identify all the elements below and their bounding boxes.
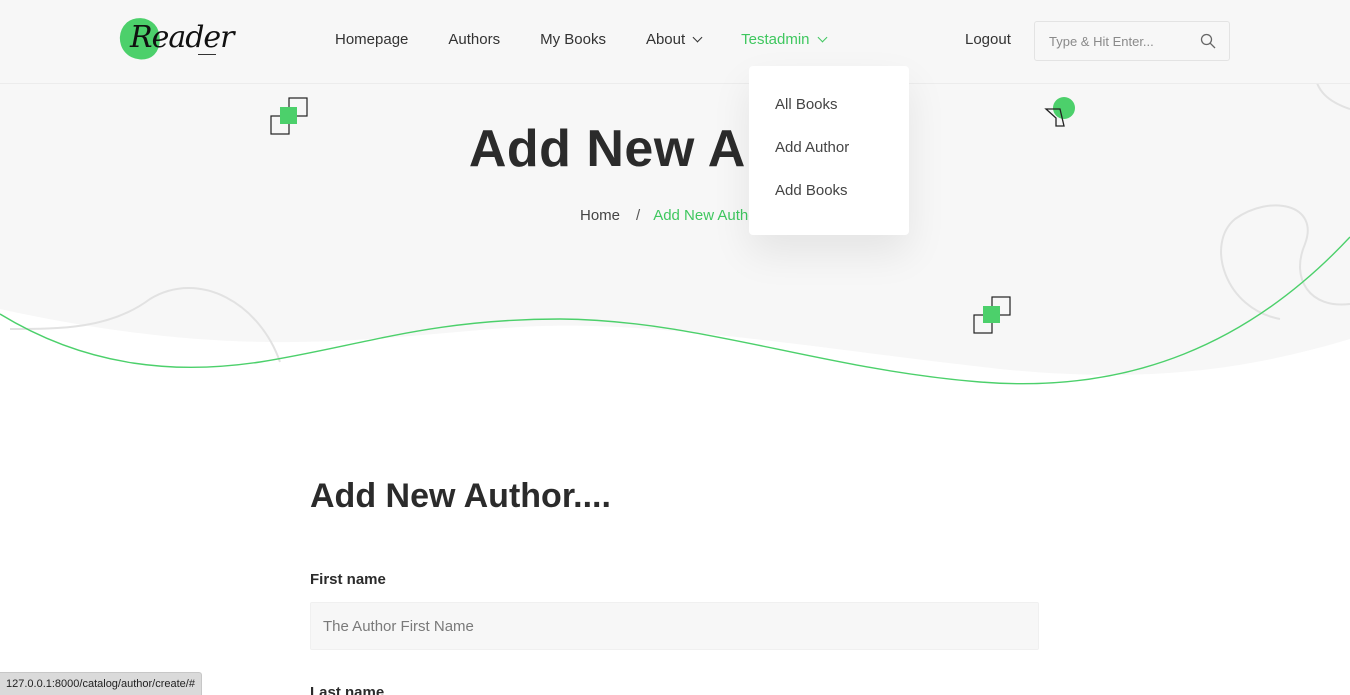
nav-authors[interactable]: Authors bbox=[448, 31, 500, 48]
main-nav: Homepage Authors My Books About Testadmi… bbox=[335, 31, 866, 48]
shape-decoration-icon bbox=[1044, 97, 1075, 127]
breadcrumb-home[interactable]: Home bbox=[580, 207, 620, 224]
nav-homepage[interactable]: Homepage bbox=[335, 31, 408, 48]
nav-testadmin[interactable]: Testadmin bbox=[741, 31, 827, 48]
menu-item-all-books[interactable]: All Books bbox=[749, 96, 909, 139]
site-header: Reader Homepage Authors My Books About T… bbox=[0, 0, 1350, 84]
search-icon[interactable] bbox=[1200, 33, 1216, 49]
first-name-label: First name bbox=[310, 571, 386, 588]
logo-text: Reader bbox=[130, 20, 235, 55]
chevron-down-icon bbox=[817, 32, 827, 42]
menu-item-add-books[interactable]: Add Books bbox=[749, 182, 909, 225]
nav-authors-label: Authors bbox=[448, 31, 501, 48]
site-logo[interactable]: Reader bbox=[114, 12, 235, 66]
squares-decoration-icon bbox=[270, 97, 308, 135]
logout-link[interactable]: Logout bbox=[965, 31, 1011, 48]
nav-about-label: About bbox=[645, 31, 686, 48]
menu-item-add-author[interactable]: Add Author bbox=[749, 139, 909, 182]
nav-my-books[interactable]: My Books bbox=[540, 31, 606, 48]
breadcrumb-current: Add New Author bbox=[653, 207, 762, 224]
nav-about[interactable]: About bbox=[645, 31, 703, 48]
last-name-label: Last name bbox=[310, 684, 385, 695]
search-box bbox=[1034, 21, 1230, 61]
nav-homepage-label: Homepage bbox=[335, 31, 409, 48]
chevron-down-icon bbox=[692, 32, 703, 42]
nav-my-books-label: My Books bbox=[540, 31, 606, 48]
browser-status-url: 127.0.0.1:8000/catalog/author/create/# bbox=[0, 672, 202, 695]
search-input[interactable] bbox=[1035, 22, 1195, 60]
page-hero: Add New Author Home / Add New Author bbox=[0, 84, 1350, 404]
breadcrumb: Home / Add New Author bbox=[580, 207, 762, 224]
logo-underline bbox=[198, 54, 216, 55]
form-heading: Add New Author.... bbox=[310, 477, 611, 515]
admin-dropdown-menu: All Books Add Author Add Books bbox=[749, 66, 909, 235]
squares-decoration-icon bbox=[973, 296, 1011, 334]
page-title: Add New Author bbox=[468, 120, 882, 178]
first-name-field[interactable] bbox=[310, 602, 1039, 650]
nav-testadmin-label: Testadmin bbox=[741, 31, 810, 48]
breadcrumb-separator: / bbox=[636, 207, 641, 224]
